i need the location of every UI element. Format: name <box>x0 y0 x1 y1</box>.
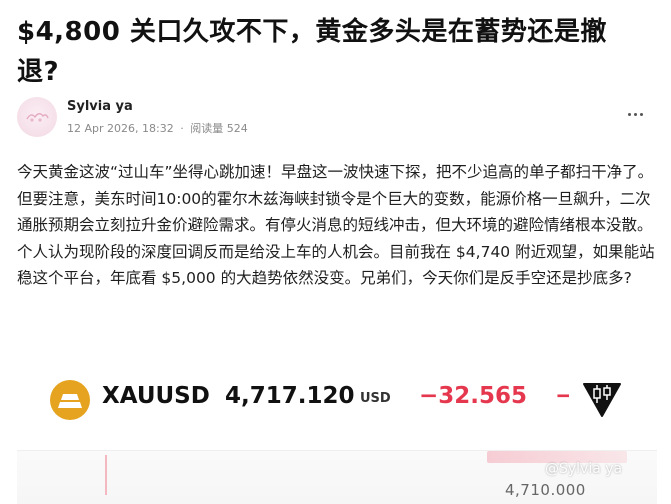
ticker-change: −32.565 <box>419 383 528 409</box>
post-date: 12 Apr 2026, 18:32 <box>67 122 174 135</box>
meta-separator: · <box>180 122 184 135</box>
gold-bar-icon <box>50 380 90 420</box>
ticker-change-percent: −0 <box>555 383 569 409</box>
author-row: Sylvia ya 12 Apr 2026, 18:32 · 阅读量 524 <box>17 97 657 141</box>
more-icon <box>627 112 631 116</box>
views-label: 阅读量 <box>190 122 224 135</box>
avatar-image-icon <box>26 113 49 122</box>
watermark: @Sylvia ya <box>545 461 623 477</box>
candlestick-icon[interactable] <box>580 376 624 420</box>
more-icon-dot <box>633 112 637 116</box>
post-page: $4,800 关口久攻不下，黄金多头是在蓄势还是撤退? Sylvia ya 12… <box>0 0 671 504</box>
post-body: 今天黄金这波“过山车”坐得心跳加速！早盘这一波快速下探，把不少追高的单子都扫干净… <box>17 163 655 287</box>
views-count: 524 <box>226 122 248 135</box>
post-title: $4,800 关口久攻不下，黄金多头是在蓄势还是撤退? <box>17 17 607 87</box>
more-options-button[interactable] <box>617 103 653 125</box>
chart-candle <box>105 455 107 495</box>
post-meta: 12 Apr 2026, 18:32 · 阅读量 524 <box>67 120 248 136</box>
ticker-price: 4,717.120 <box>225 383 355 409</box>
avatar[interactable] <box>17 97 57 137</box>
ticker-row: XAUUSD 4,717.120 USD −32.565 −0 <box>17 376 657 426</box>
chart-price-level: 4,710.000 <box>505 481 586 499</box>
ticker-symbol: XAUUSD <box>102 383 210 409</box>
author-name[interactable]: Sylvia ya <box>67 99 133 114</box>
ticker-currency: USD <box>360 391 391 406</box>
more-icon-dot <box>639 112 643 116</box>
